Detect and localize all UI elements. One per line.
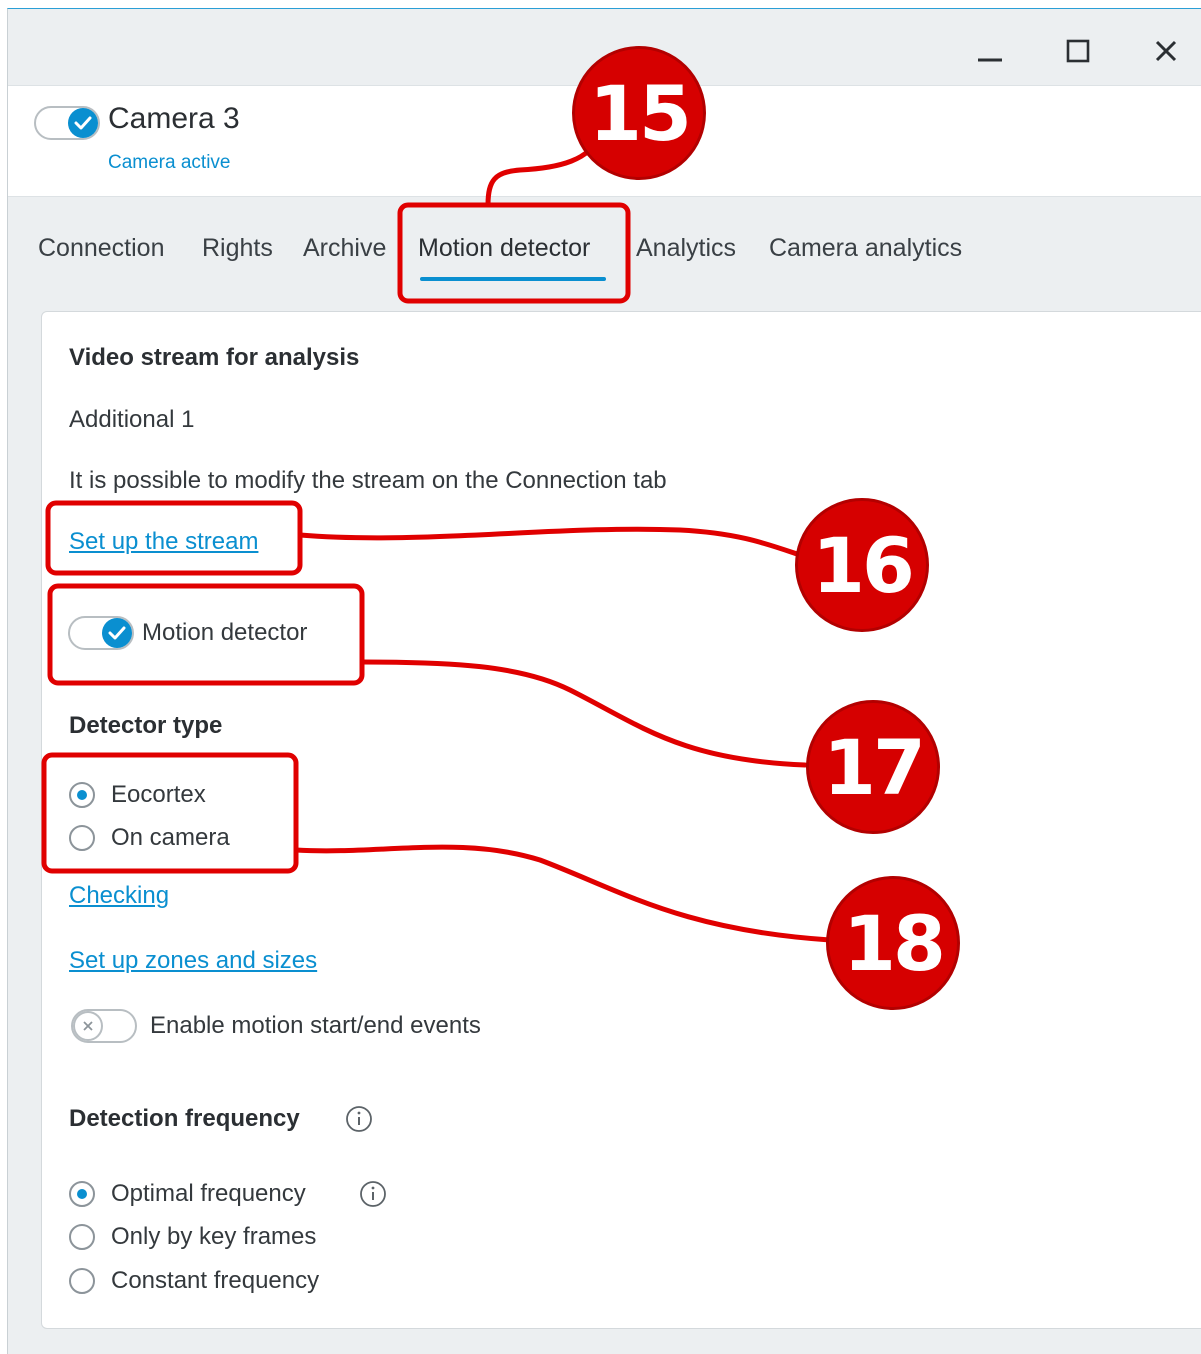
radio-optimal-frequency-label: Optimal frequency	[111, 1180, 306, 1207]
annotation-badge-17: 17	[806, 700, 940, 834]
camera-status: Camera active	[108, 152, 231, 173]
info-icon[interactable]	[345, 1105, 373, 1133]
minimize-icon	[978, 58, 1002, 62]
setup-stream-link[interactable]: Set up the stream	[69, 528, 258, 556]
radio-optimal-frequency[interactable]	[69, 1181, 95, 1207]
radio-key-frames[interactable]	[69, 1224, 95, 1250]
checkmark-icon	[74, 116, 92, 130]
x-icon	[83, 1021, 93, 1031]
toggle-knob	[102, 618, 132, 648]
toggle-knob	[73, 1011, 103, 1041]
tab-connection[interactable]: Connection	[38, 234, 164, 263]
maximize-icon	[1066, 39, 1090, 63]
radio-dot	[77, 1189, 87, 1199]
camera-enable-toggle[interactable]	[34, 106, 100, 140]
tab-archive[interactable]: Archive	[303, 234, 386, 263]
annotation-badge-18: 18	[826, 876, 960, 1010]
maximize-button[interactable]	[1058, 31, 1098, 71]
radio-eocortex[interactable]	[69, 782, 95, 808]
radio-key-frames-label: Only by key frames	[111, 1223, 317, 1250]
motion-events-toggle[interactable]	[71, 1009, 137, 1043]
info-icon[interactable]	[359, 1180, 387, 1208]
detector-type-heading: Detector type	[69, 712, 223, 739]
app-window: Camera 3 Camera active Connection Rights…	[7, 8, 1201, 1354]
setup-zones-link[interactable]: Set up zones and sizes	[69, 947, 317, 975]
radio-constant-frequency-label: Constant frequency	[111, 1267, 320, 1294]
toggle-knob	[68, 108, 98, 138]
tab-analytics[interactable]: Analytics	[636, 234, 736, 263]
frequency-heading: Detection frequency	[69, 1105, 300, 1132]
close-icon	[1155, 40, 1177, 62]
minimize-button[interactable]	[970, 31, 1010, 71]
tab-rights[interactable]: Rights	[202, 234, 273, 263]
stream-heading: Video stream for analysis	[69, 344, 360, 371]
radio-constant-frequency[interactable]	[69, 1268, 95, 1294]
close-button[interactable]	[1146, 31, 1186, 71]
motion-detector-panel: Video stream for analysis Additional 1 I…	[41, 311, 1201, 1329]
radio-dot	[77, 790, 87, 800]
checking-link[interactable]: Checking	[69, 882, 169, 910]
stream-value: Additional 1	[69, 406, 195, 433]
checkmark-icon	[108, 626, 126, 640]
tab-camera-analytics[interactable]: Camera analytics	[769, 234, 962, 263]
radio-eocortex-label: Eocortex	[111, 781, 206, 808]
radio-on-camera[interactable]	[69, 825, 95, 851]
motion-detector-toggle[interactable]	[68, 616, 134, 650]
annotation-badge-15: 15	[572, 46, 706, 180]
camera-name: Camera 3	[108, 102, 240, 135]
motion-detector-label: Motion detector	[142, 619, 308, 646]
annotation-badge-16: 16	[795, 498, 929, 632]
motion-events-label: Enable motion start/end events	[150, 1012, 481, 1039]
tab-motion-detector[interactable]: Motion detector	[418, 234, 590, 263]
active-tab-indicator	[420, 277, 606, 281]
radio-on-camera-label: On camera	[111, 824, 230, 851]
stream-note: It is possible to modify the stream on t…	[69, 467, 667, 494]
